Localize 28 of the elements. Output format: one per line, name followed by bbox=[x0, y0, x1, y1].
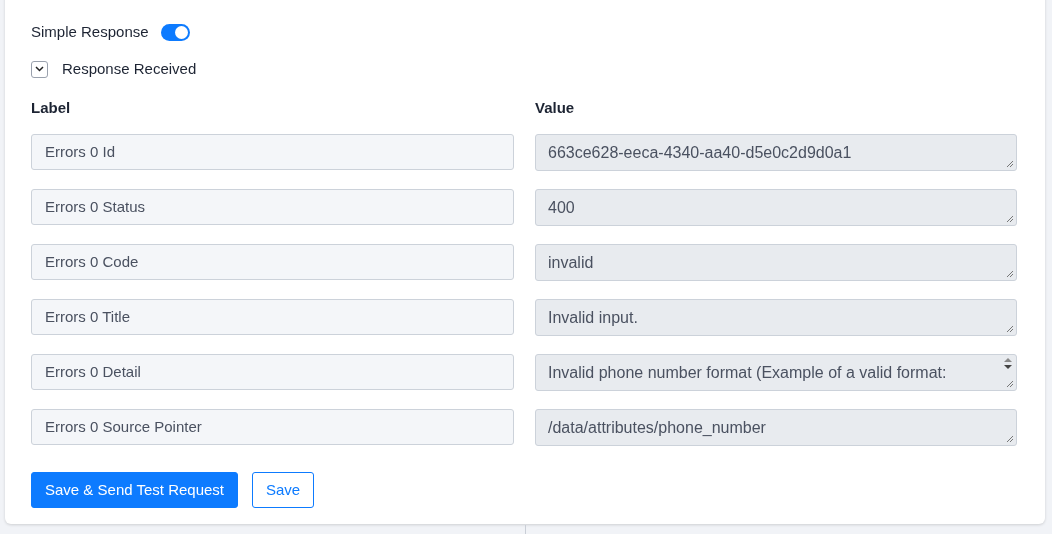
label-field[interactable]: Errors 0 Detail bbox=[31, 354, 514, 390]
label-field[interactable]: Errors 0 Code bbox=[31, 244, 514, 280]
column-header: Value bbox=[535, 98, 576, 117]
value-field[interactable]: /data/attributes/phone_number bbox=[535, 409, 1017, 446]
toggle-switch[interactable] bbox=[160, 23, 190, 41]
toggle-label: Simple Response bbox=[31, 21, 149, 42]
resize-handle-icon bbox=[1006, 435, 1014, 443]
label-field[interactable]: Errors 0 Source Pointer bbox=[31, 409, 514, 445]
label-field[interactable]: Errors 0 Status bbox=[31, 189, 514, 225]
value-field[interactable]: 400 bbox=[535, 189, 1017, 226]
column-header: Label bbox=[31, 98, 72, 117]
send-test-button[interactable]: Save & Send Test Request bbox=[31, 472, 238, 508]
label-field[interactable]: Errors 0 Title bbox=[31, 299, 514, 335]
chevron-icon bbox=[35, 66, 44, 72]
value-field[interactable]: Invalid input. bbox=[535, 299, 1017, 336]
value-field[interactable]: invalid bbox=[535, 244, 1017, 281]
value-field[interactable]: 663ce628-eeca-4340-aa40-d5e0c2d9d0a1 bbox=[535, 134, 1017, 171]
section-title: Response Received bbox=[62, 58, 197, 79]
save-button[interactable]: Save bbox=[252, 472, 315, 508]
collapse-toggle[interactable] bbox=[31, 60, 48, 78]
label-field[interactable]: Errors 0 Id bbox=[31, 134, 514, 170]
resize-handle-icon bbox=[1006, 380, 1014, 388]
resize-handle-icon bbox=[1006, 215, 1014, 223]
resize-handle-icon bbox=[1006, 160, 1014, 168]
resize-handle-icon bbox=[1006, 270, 1014, 278]
scroll-arrows-icon bbox=[1002, 357, 1014, 371]
value-field[interactable]: Invalid phone number format (Example of a valid format: bbox=[535, 354, 1017, 391]
resize-handle-icon bbox=[1006, 325, 1014, 333]
